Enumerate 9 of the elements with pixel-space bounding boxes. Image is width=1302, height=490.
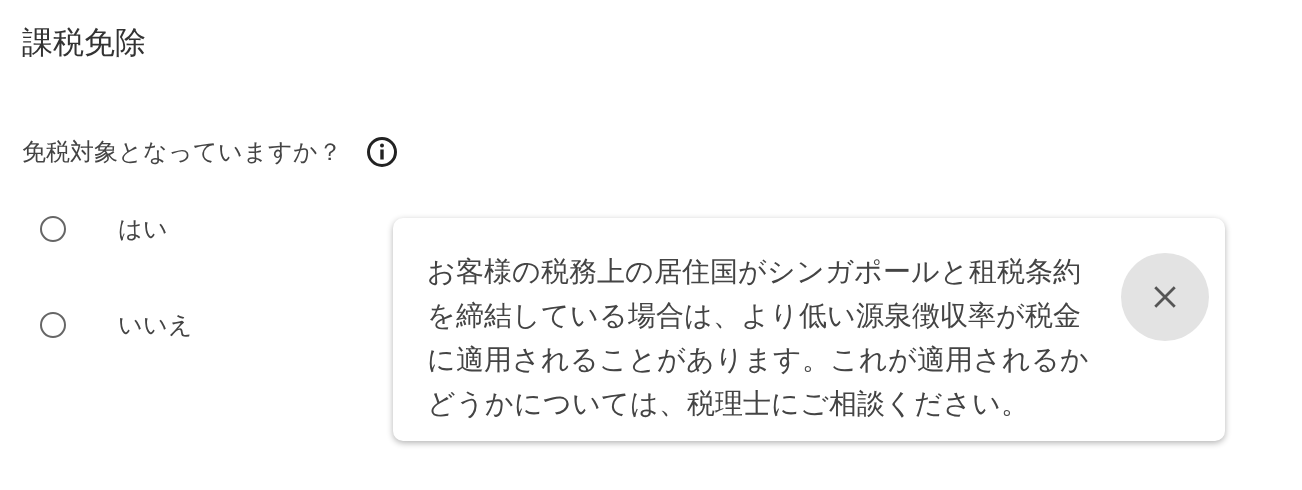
info-icon[interactable]	[366, 136, 398, 168]
close-icon	[1152, 284, 1178, 310]
option-label: はい	[118, 214, 168, 245]
question-label: 免税対象となっていますか？	[22, 137, 342, 168]
radio-button[interactable]	[40, 216, 66, 242]
radio-button[interactable]	[40, 312, 66, 338]
option-label: いいえ	[118, 310, 193, 341]
section-title: 課税免除	[22, 23, 147, 62]
tooltip-text: お客様の税務上の居住国がシンガポールと租税条約を締結している場合は、より低い源泉徴収率が税金に適用されることがあります。これが適用されるかどうかについては、税理士にご相談ください。	[427, 254, 1090, 422]
